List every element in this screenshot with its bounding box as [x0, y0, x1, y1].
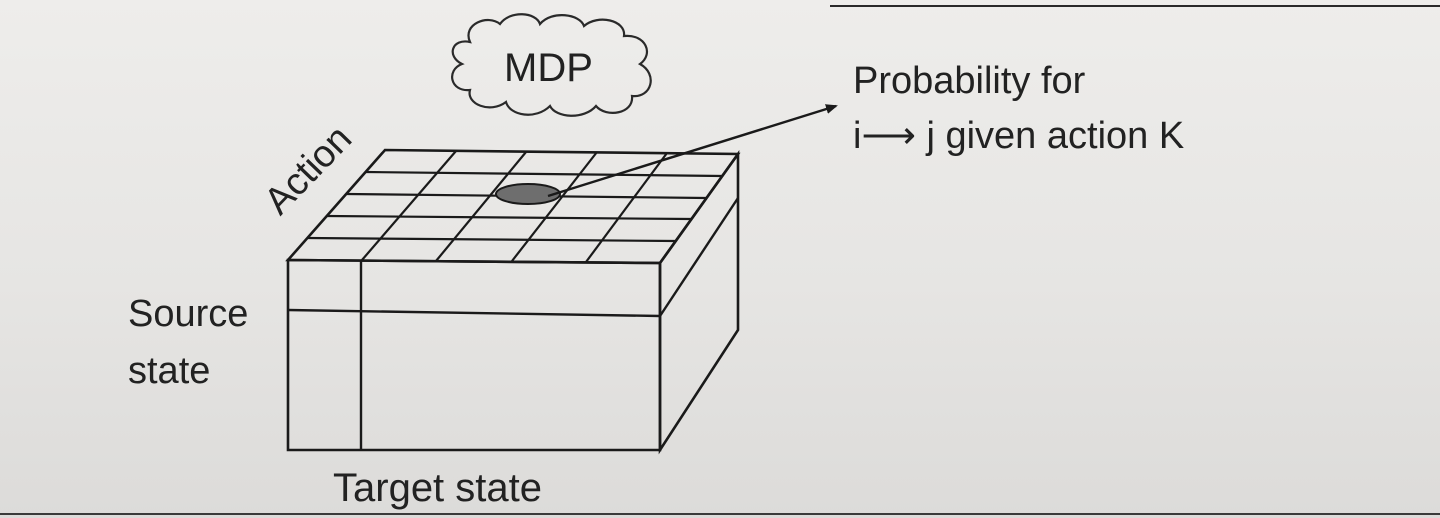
probability-label-line2: i⟶ j given action K	[853, 115, 1185, 157]
probability-arrow	[547, 104, 838, 198]
cube-front-face	[286, 258, 662, 452]
mdp-tensor-diagram	[0, 5, 1440, 515]
front-face-divider-horizontal	[287, 308, 661, 318]
side-face-divider	[658, 197, 740, 317]
top-face-grid-columns	[361, 150, 668, 263]
top-face-grid-rows	[307, 170, 723, 243]
mdp-label: MDP	[504, 46, 593, 90]
probability-label-line1: Probability for	[853, 60, 1086, 102]
source-axis-label-line1: Source	[128, 293, 249, 335]
target-axis-label: Target state	[333, 466, 543, 510]
source-axis-label-line2: state	[128, 350, 211, 392]
diagram-page: MDP Probability for i⟶ j given action K …	[0, 0, 1440, 518]
